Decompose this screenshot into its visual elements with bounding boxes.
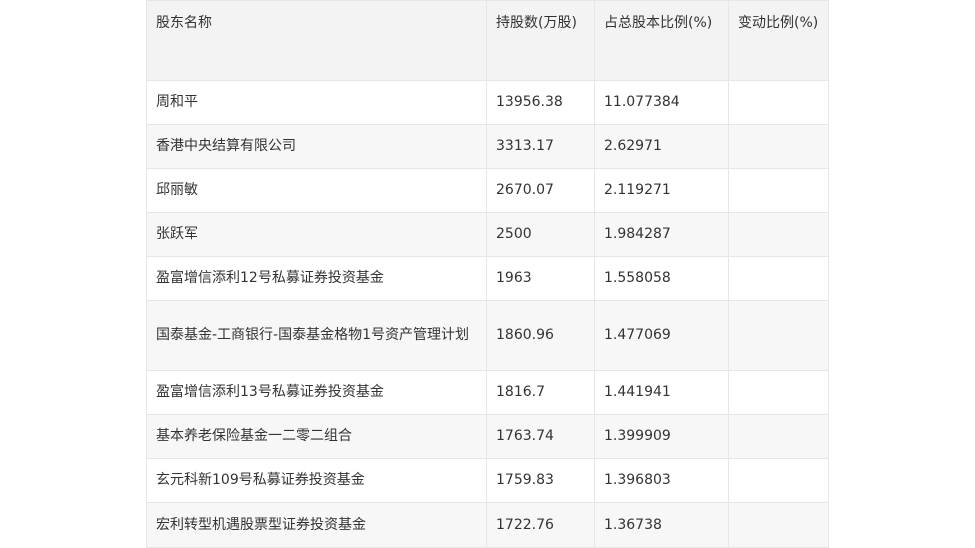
cell-ratio: 11.077384 xyxy=(594,80,729,125)
table-row: 张跃军 2500 1.984287 xyxy=(146,212,829,257)
cell-change xyxy=(728,168,829,213)
table-header-row: 股东名称 持股数(万股) 占总股本比例(%) 变动比例(%) xyxy=(146,0,829,81)
header-shares: 持股数(万股) xyxy=(486,0,595,81)
cell-change xyxy=(728,124,829,169)
cell-shares: 13956.38 xyxy=(486,80,595,125)
cell-name: 基本养老保险基金一二零二组合 xyxy=(146,414,487,459)
table-row: 国泰基金-工商银行-国泰基金格物1号资产管理计划 1860.96 1.47706… xyxy=(146,300,829,371)
header-change: 变动比例(%) xyxy=(728,0,829,81)
cell-name: 国泰基金-工商银行-国泰基金格物1号资产管理计划 xyxy=(146,300,487,371)
cell-change xyxy=(728,370,829,415)
cell-name: 邱丽敏 xyxy=(146,168,487,213)
cell-ratio: 1.984287 xyxy=(594,212,729,257)
table-row: 香港中央结算有限公司 3313.17 2.62971 xyxy=(146,124,829,169)
cell-shares: 1963 xyxy=(486,256,595,301)
cell-ratio: 1.396803 xyxy=(594,458,729,503)
cell-name: 香港中央结算有限公司 xyxy=(146,124,487,169)
table-row: 盈富增信添利12号私募证券投资基金 1963 1.558058 xyxy=(146,256,829,301)
cell-name: 盈富增信添利12号私募证券投资基金 xyxy=(146,256,487,301)
cell-change xyxy=(728,458,829,503)
cell-change xyxy=(728,414,829,459)
cell-ratio: 1.477069 xyxy=(594,300,729,371)
shareholder-table-container: 股东名称 持股数(万股) 占总股本比例(%) 变动比例(%) 周和平 13956… xyxy=(146,0,829,548)
cell-shares: 1816.7 xyxy=(486,370,595,415)
cell-ratio: 1.558058 xyxy=(594,256,729,301)
cell-shares: 2500 xyxy=(486,212,595,257)
cell-ratio: 1.441941 xyxy=(594,370,729,415)
cell-ratio: 2.119271 xyxy=(594,168,729,213)
header-shareholder-name: 股东名称 xyxy=(146,0,487,81)
cell-change xyxy=(728,212,829,257)
cell-change xyxy=(728,80,829,125)
cell-ratio: 1.399909 xyxy=(594,414,729,459)
cell-change xyxy=(728,300,829,371)
shareholder-table: 股东名称 持股数(万股) 占总股本比例(%) 变动比例(%) 周和平 13956… xyxy=(146,0,829,548)
table-row: 周和平 13956.38 11.077384 xyxy=(146,80,829,125)
cell-shares: 1759.83 xyxy=(486,458,595,503)
table-row: 邱丽敏 2670.07 2.119271 xyxy=(146,168,829,213)
table-row: 盈富增信添利13号私募证券投资基金 1816.7 1.441941 xyxy=(146,370,829,415)
header-ratio: 占总股本比例(%) xyxy=(594,0,729,81)
cell-shares: 1763.74 xyxy=(486,414,595,459)
cell-ratio: 2.62971 xyxy=(594,124,729,169)
cell-name: 周和平 xyxy=(146,80,487,125)
cell-name: 盈富增信添利13号私募证券投资基金 xyxy=(146,370,487,415)
cell-shares: 2670.07 xyxy=(486,168,595,213)
cell-name: 玄元科新109号私募证券投资基金 xyxy=(146,458,487,503)
table-row: 玄元科新109号私募证券投资基金 1759.83 1.396803 xyxy=(146,458,829,503)
cell-change xyxy=(728,256,829,301)
cell-shares: 1860.96 xyxy=(486,300,595,371)
cell-name: 张跃军 xyxy=(146,212,487,257)
table-row: 基本养老保险基金一二零二组合 1763.74 1.399909 xyxy=(146,414,829,459)
cell-shares: 3313.17 xyxy=(486,124,595,169)
